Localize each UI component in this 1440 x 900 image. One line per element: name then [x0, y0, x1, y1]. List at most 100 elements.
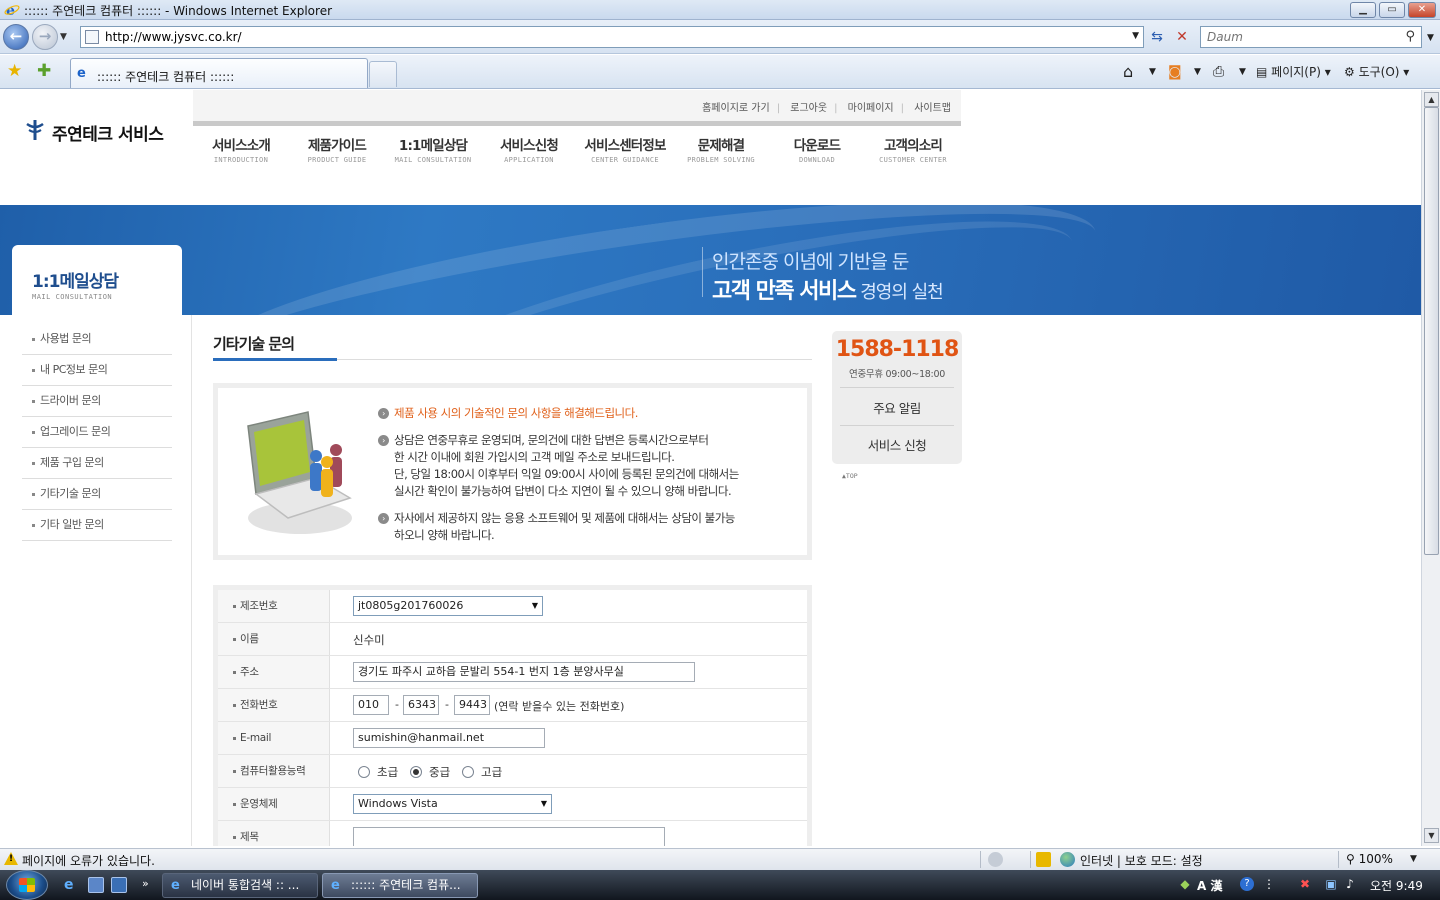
scroll-down-icon[interactable]: ▼ — [1424, 828, 1439, 843]
gnb-item-center-guidance[interactable]: 서비스센터정보 CENTER GUIDANCE — [577, 134, 673, 164]
zoom-level[interactable]: ⚲ 100% — [1346, 852, 1393, 866]
util-link-mypage[interactable]: 마이페이지 — [848, 103, 894, 114]
feeds-dropdown-icon[interactable]: ▼ — [1194, 62, 1201, 82]
sidebar-item-other-general[interactable]: 기타 일반 문의 — [22, 510, 172, 541]
phone-field-2[interactable]: 6343 — [403, 695, 439, 715]
feeds-icon[interactable]: ◙ — [1168, 62, 1182, 82]
search-options-icon[interactable]: ▼ — [1427, 33, 1434, 43]
gnb-sublabel: CENTER GUIDANCE — [591, 156, 659, 164]
page-menu[interactable]: ▤ 페이지(P) ▾ — [1256, 62, 1331, 82]
quick-divider — [840, 425, 954, 426]
subject-field[interactable] — [353, 827, 665, 846]
gnb-item-product-guide[interactable]: 제품가이드 PRODUCT GUIDE — [289, 134, 385, 164]
ie-quicklaunch-icon[interactable]: e — [64, 877, 80, 893]
search-icon[interactable]: ⚲ — [1405, 29, 1415, 44]
util-link-home[interactable]: 홈페이지로 가기 — [702, 103, 770, 114]
quick-notice-link[interactable]: 주요 알림 — [832, 398, 962, 417]
form-row-os: 운영체제 Windows Vista ▼ — [218, 788, 807, 821]
home-dropdown-icon[interactable]: ▼ — [1149, 62, 1156, 82]
phone-field-1[interactable]: 010 — [353, 695, 389, 715]
ime-indicator[interactable]: A 漢 — [1197, 877, 1222, 894]
stop-icon[interactable]: ✕ — [1172, 28, 1192, 48]
ime-options-icon[interactable]: ⋮ — [1262, 877, 1276, 891]
zoom-dropdown-icon[interactable]: ▼ — [1410, 854, 1417, 864]
gnb-item-introduction[interactable]: 서비스소개 INTRODUCTION — [193, 134, 289, 164]
sidebar-item-usage[interactable]: 사용법 문의 — [22, 324, 172, 355]
print-icon[interactable]: ⎙ — [1213, 62, 1224, 82]
forward-arrow-icon: → — [38, 27, 52, 45]
forward-button[interactable]: → — [32, 24, 58, 50]
scroll-thumb[interactable] — [1424, 107, 1439, 555]
warning-icon[interactable] — [4, 852, 18, 865]
phone-field-3[interactable]: 9443 — [454, 695, 490, 715]
privacy-icon[interactable] — [988, 852, 1003, 867]
status-message[interactable]: 페이지에 오류가 있습니다. — [22, 852, 155, 869]
gnb-label: 서비스소개 — [211, 138, 271, 154]
serial-label: 제조번호 — [218, 590, 330, 622]
gnb-item-download[interactable]: 다운로드 DOWNLOAD — [769, 134, 865, 164]
serial-select[interactable]: jt0805g201760026 ▼ — [353, 596, 543, 616]
security-alert-icon[interactable]: ✖ — [1298, 877, 1312, 891]
back-button[interactable]: ← — [3, 24, 29, 50]
add-favorites-icon[interactable]: ✚ — [37, 61, 51, 81]
utility-bar: 홈페이지로 가기 | 로그아웃 | 마이페이지 | 사이트맵 — [193, 90, 961, 126]
url-input[interactable] — [105, 30, 1105, 44]
sidebar-item-driver[interactable]: 드라이버 문의 — [22, 386, 172, 417]
quicklaunch-more-icon[interactable]: » — [142, 877, 158, 893]
top-link[interactable]: ▲TOP — [842, 472, 858, 480]
bullet-arrow-icon: › — [378, 408, 389, 419]
close-button[interactable]: ✕ — [1408, 2, 1436, 18]
minimize-button[interactable]: ▁ — [1350, 2, 1376, 18]
new-tab-button[interactable] — [369, 61, 397, 87]
start-button[interactable] — [6, 870, 48, 900]
address-bar[interactable]: ▼ — [80, 26, 1144, 48]
task-jysvc[interactable]: e :::::: 주연테크 컴퓨... — [322, 873, 478, 898]
language-bar-icon[interactable]: ◆ — [1178, 877, 1192, 891]
gnb-item-problem-solving[interactable]: 문제해결 PROBLEM SOLVING — [673, 134, 769, 164]
quick-apply-link[interactable]: 서비스 신청 — [832, 435, 962, 454]
vertical-scrollbar[interactable]: ▲ ▼ — [1421, 90, 1440, 846]
windows-logo-icon — [19, 878, 35, 892]
clock[interactable]: 오전 9:49 — [1370, 877, 1423, 894]
history-dropdown-icon[interactable]: ▼ — [60, 32, 67, 42]
show-desktop-icon[interactable] — [88, 877, 104, 893]
gnb-item-customer-center[interactable]: 고객의소리 CUSTOMER CENTER — [865, 134, 961, 164]
sidebar-item-other-tech[interactable]: 기타기술 문의 — [22, 479, 172, 510]
switch-windows-icon[interactable] — [111, 877, 127, 893]
skill-radio-intermediate[interactable] — [410, 766, 422, 778]
help-icon[interactable]: ? — [1240, 877, 1254, 891]
gnb-item-application[interactable]: 서비스신청 APPLICATION — [481, 134, 577, 164]
skill-radio-advanced[interactable] — [462, 766, 474, 778]
security-zone[interactable]: 인터넷 | 보호 모드: 설정 — [1080, 852, 1203, 869]
print-dropdown-icon[interactable]: ▼ — [1239, 62, 1246, 82]
address-field[interactable]: 경기도 파주시 교하읍 문발리 554-1 번지 1층 분양사무실 — [353, 662, 695, 682]
favorites-star-icon[interactable]: ★ — [7, 61, 22, 81]
form-row-serial: 제조번호 jt0805g201760026 ▼ — [218, 590, 807, 623]
search-input[interactable] — [1207, 30, 1397, 44]
volume-icon[interactable]: ♪ — [1343, 877, 1357, 891]
protected-mode-icon[interactable] — [1036, 852, 1051, 867]
sidebar-item-upgrade[interactable]: 업그레이드 문의 — [22, 417, 172, 448]
laptop-people-illustration — [247, 411, 352, 534]
gnb-item-mail-consultation[interactable]: 1:1메일상담 MAIL CONSULTATION — [385, 134, 481, 164]
util-link-logout[interactable]: 로그아웃 — [790, 103, 827, 114]
util-link-sitemap[interactable]: 사이트맵 — [914, 103, 951, 114]
skill-label-intermediate: 중급 — [429, 765, 451, 779]
refresh-icon[interactable]: ⇆ — [1147, 28, 1167, 48]
windows-taskbar: e » e 네이버 통합검색 :: ... e :::::: 주연테크 컴퓨..… — [0, 870, 1440, 900]
sidebar-item-purchase[interactable]: 제품 구입 문의 — [22, 448, 172, 479]
email-field[interactable]: sumishin@hanmail.net — [353, 728, 545, 748]
sidebar-item-pc-info[interactable]: 내 PC정보 문의 — [22, 355, 172, 386]
address-dropdown-icon[interactable]: ▼ — [1132, 31, 1139, 41]
maximize-button[interactable]: ▭ — [1379, 2, 1405, 18]
scroll-up-icon[interactable]: ▲ — [1424, 92, 1439, 107]
task-naver-search[interactable]: e 네이버 통합검색 :: ... — [162, 873, 318, 898]
skill-radio-beginner[interactable] — [358, 766, 370, 778]
network-icon[interactable]: ▣ — [1324, 877, 1338, 891]
home-icon[interactable]: ⌂ — [1123, 62, 1133, 82]
search-box[interactable]: ⚲ — [1200, 26, 1422, 48]
tools-menu[interactable]: ⚙ 도구(O) ▾ — [1344, 62, 1409, 82]
form-row-address: 주소 경기도 파주시 교하읍 문발리 554-1 번지 1층 분양사무실 — [218, 656, 807, 689]
tab-jysvc[interactable]: e :::::: 주연테크 컴퓨터 :::::: — [70, 58, 368, 88]
os-select[interactable]: Windows Vista ▼ — [353, 794, 552, 814]
